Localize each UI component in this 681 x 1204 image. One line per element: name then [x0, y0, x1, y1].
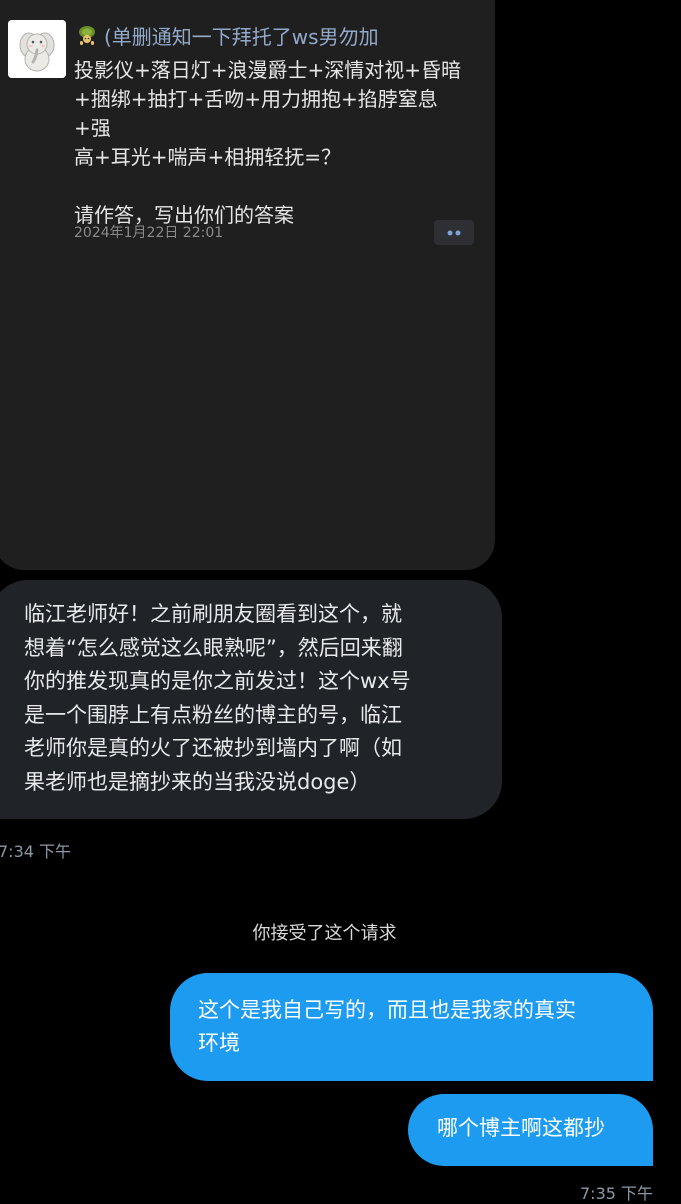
message-line: 这个是我自己写的，而且也是我家的真实	[198, 998, 576, 1022]
incoming-message-bubble[interactable]: 临江老师好！之前刷朋友圈看到这个，就 想着“怎么感觉这么眼熟呢”，然后回来翻 你…	[0, 580, 502, 819]
message-line: 哪个博主啊这都抄	[437, 1116, 605, 1140]
post-line: 高+耳光+喘声+相拥轻抚=？	[74, 145, 342, 169]
message-line: 想着“怎么感觉这么眼熟呢”，然后回来翻	[24, 635, 403, 660]
author-name-row[interactable]: (单删通知一下拜托了ws男勿加	[76, 22, 379, 49]
outgoing-message-bubble[interactable]: 这个是我自己写的，而且也是我家的真实 环境	[170, 973, 653, 1081]
message-line: 果老师也是摘抄来的当我没说doge）	[24, 769, 371, 794]
message-line: 是一个围脖上有点粉丝的博主的号，临江	[24, 702, 402, 727]
shared-moment-card[interactable]: (单删通知一下拜托了ws男勿加 投影仪+落日灯+浪漫爵士+深情对视+昏暗 +捆绑…	[0, 0, 495, 570]
turtle-emoji-icon	[79, 26, 95, 45]
message-line: 老师你是真的火了还被抄到墙内了啊（如	[24, 736, 402, 760]
outgoing-message-time: 7:35 下午	[580, 1184, 654, 1203]
outgoing-message-bubble[interactable]: 哪个博主啊这都抄	[408, 1094, 653, 1166]
message-line: 临江老师好！之前刷朋友圈看到这个，就	[24, 602, 402, 626]
more-button[interactable]	[434, 220, 474, 245]
incoming-message-time: 7:34 下午	[0, 842, 72, 861]
elephant-plush-icon[interactable]	[8, 20, 66, 78]
author-name: (单删通知一下拜托了ws男勿加	[104, 24, 379, 49]
post-line: +捆绑+抽打+舌吻+用力拥抱+掐脖窒息+强	[74, 87, 438, 140]
post-timestamp: 2024年1月22日 22:01	[74, 225, 224, 241]
message-line: 你的推发现真的是你之前发过！这个wx号	[24, 669, 411, 693]
post-content: 投影仪+落日灯+浪漫爵士+深情对视+昏暗 +捆绑+抽打+舌吻+用力拥抱+掐脖窒息…	[74, 56, 474, 230]
request-accepted-note: 你接受了这个请求	[252, 923, 397, 944]
post-line: 投影仪+落日灯+浪漫爵士+深情对视+昏暗	[74, 58, 462, 82]
more-dots-icon	[447, 230, 461, 235]
message-line: 环境	[198, 1031, 240, 1055]
